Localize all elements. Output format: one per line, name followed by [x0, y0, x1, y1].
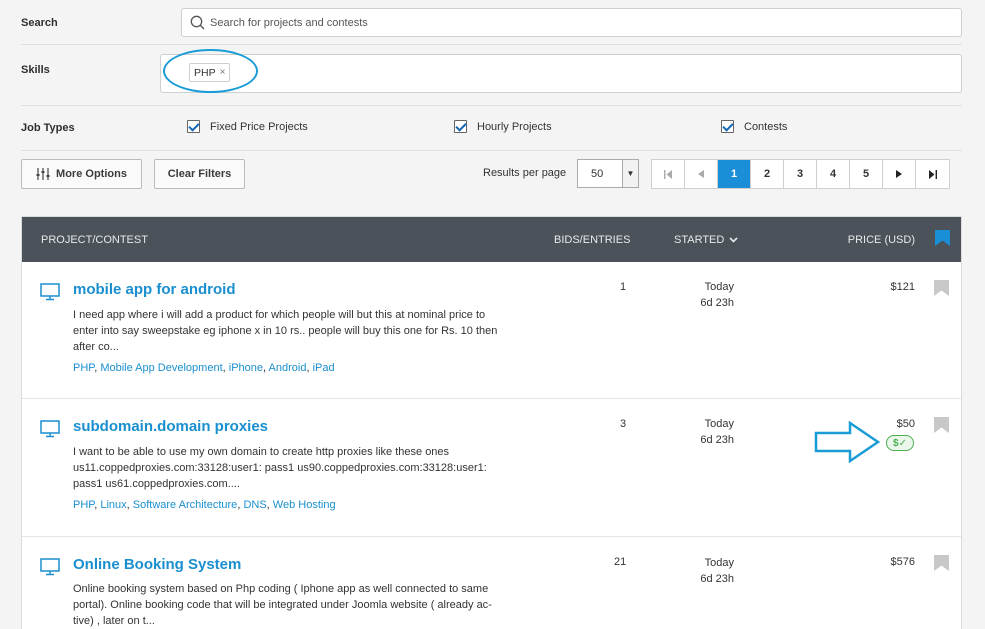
results-per-page-label: Results per page: [483, 167, 567, 179]
skill-link[interactable]: Android: [269, 362, 307, 374]
started-day: Today: [704, 281, 734, 293]
started-cell: Today 6d 23h: [700, 555, 734, 587]
job-type-label: Hourly Projects: [477, 120, 552, 133]
price: $121: [890, 281, 915, 293]
clear-filters-button[interactable]: Clear Filters: [154, 159, 245, 189]
started-day: Today: [704, 557, 734, 569]
divider: [21, 150, 962, 151]
skill-link[interactable]: Software Architecture: [133, 499, 238, 511]
skill-link[interactable]: PHP: [73, 499, 94, 511]
project-title-link[interactable]: Online Booking System: [73, 556, 241, 573]
prev-page-icon: [698, 170, 704, 178]
payment-verified-badge: $✓: [886, 435, 914, 451]
job-types-label: Job Types: [21, 122, 75, 134]
header-price[interactable]: PRICE (USD): [848, 234, 915, 246]
job-type-label: Fixed Price Projects: [210, 120, 308, 133]
skills-input[interactable]: PHP ×: [160, 54, 962, 93]
job-type-fixed-price[interactable]: Fixed Price Projects: [187, 120, 308, 133]
results-per-page-select[interactable]: 50 ▼: [577, 159, 639, 188]
header-bids[interactable]: BIDS/ENTRIES: [554, 234, 630, 246]
skill-link[interactable]: iPad: [313, 362, 335, 374]
results-per-page-value: 50: [591, 167, 604, 180]
skill-link[interactable]: iPhone: [229, 362, 263, 374]
monitor-icon: [40, 558, 60, 576]
more-options-label: More Options: [56, 168, 127, 180]
project-description: Online booking system based on Php codin…: [73, 583, 492, 627]
skill-link[interactable]: Web Hosting: [273, 499, 336, 511]
next-page-icon: [896, 170, 902, 178]
more-options-button[interactable]: More Options: [21, 159, 142, 189]
projects-table: PROJECT/CONTEST BIDS/ENTRIES STARTED PRI…: [21, 216, 962, 629]
skills-label: Skills: [21, 64, 50, 76]
bids-count: 21: [614, 556, 627, 568]
page-button-1[interactable]: 1: [718, 160, 751, 188]
search-icon: [190, 15, 205, 30]
bids-count: 1: [620, 281, 627, 293]
skill-link[interactable]: Mobile App Development: [100, 362, 222, 374]
monitor-icon: [40, 283, 60, 301]
job-type-hourly[interactable]: Hourly Projects: [454, 120, 552, 133]
bids-count: 3: [620, 418, 627, 430]
table-row[interactable]: mobile app for android I need app where …: [22, 262, 961, 399]
page-button-4[interactable]: 4: [817, 160, 850, 188]
next-page-button[interactable]: [883, 160, 916, 188]
page-button-5[interactable]: 5: [850, 160, 883, 188]
monitor-icon: [40, 420, 60, 438]
skill-link[interactable]: DNS: [243, 499, 266, 511]
checkbox-checked-icon[interactable]: [187, 120, 200, 133]
highlight-ellipse: [163, 49, 258, 93]
header-started[interactable]: STARTED: [674, 234, 738, 246]
page-button-3[interactable]: 3: [784, 160, 817, 188]
table-header: PROJECT/CONTEST BIDS/ENTRIES STARTED PRI…: [22, 217, 961, 262]
job-type-label: Contests: [744, 120, 788, 133]
started-cell: Today 6d 23h: [700, 279, 734, 311]
chevron-down-icon: [729, 237, 738, 243]
table-row[interactable]: subdomain.domain proxies I want to be ab…: [22, 399, 961, 537]
skill-link[interactable]: PHP: [73, 362, 94, 374]
time-left: 6d 23h: [700, 434, 734, 446]
price: $576: [890, 556, 915, 568]
time-left: 6d 23h: [700, 297, 734, 309]
dropdown-arrow-icon[interactable]: ▼: [622, 160, 638, 187]
search-input[interactable]: [210, 16, 910, 29]
started-day: Today: [704, 418, 734, 430]
project-title-link[interactable]: mobile app for android: [73, 281, 236, 298]
sliders-icon: [36, 168, 50, 180]
skills-row: Skills PHP ×: [21, 54, 962, 93]
header-started-label: STARTED: [674, 234, 725, 246]
bookmark-icon[interactable]: [934, 280, 949, 296]
project-title-link[interactable]: subdomain.domain proxies: [73, 418, 268, 435]
price: $50: [896, 418, 915, 430]
project-skills: PHP, Mobile App Development, iPhone, And…: [73, 362, 335, 374]
bookmark-icon[interactable]: [934, 555, 949, 571]
divider: [21, 44, 962, 45]
project-description: I want to be able to use my own domain t…: [73, 446, 487, 490]
bookmark-icon[interactable]: [934, 417, 949, 433]
started-cell: Today 6d 23h: [700, 416, 734, 448]
checkbox-checked-icon[interactable]: [721, 120, 734, 133]
page-button-2[interactable]: 2: [751, 160, 784, 188]
checkbox-checked-icon[interactable]: [454, 120, 467, 133]
pagination: 1 2 3 4 5: [651, 159, 950, 189]
job-type-contests[interactable]: Contests: [721, 120, 787, 133]
header-project[interactable]: PROJECT/CONTEST: [41, 234, 148, 246]
last-page-button[interactable]: [916, 160, 949, 188]
search-label: Search: [21, 16, 58, 29]
bookmark-filled-icon[interactable]: [935, 230, 950, 246]
divider: [21, 105, 962, 106]
first-page-icon: [663, 169, 672, 179]
last-page-icon: [929, 169, 937, 179]
first-page-button[interactable]: [652, 160, 685, 188]
arrow-right-icon: [814, 421, 881, 463]
search-box[interactable]: [181, 8, 962, 37]
search-row: Search: [21, 8, 962, 37]
table-row[interactable]: Online Booking System Online booking sys…: [22, 537, 961, 629]
skill-link[interactable]: Linux: [100, 499, 126, 511]
job-types-row: Job Types Fixed Price Projects Hourly Pr…: [21, 118, 962, 138]
project-description: I need app where i will add a product fo…: [73, 309, 498, 353]
time-left: 6d 23h: [700, 573, 734, 585]
project-skills: PHP, Linux, Software Architecture, DNS, …: [73, 499, 336, 511]
prev-page-button[interactable]: [685, 160, 718, 188]
